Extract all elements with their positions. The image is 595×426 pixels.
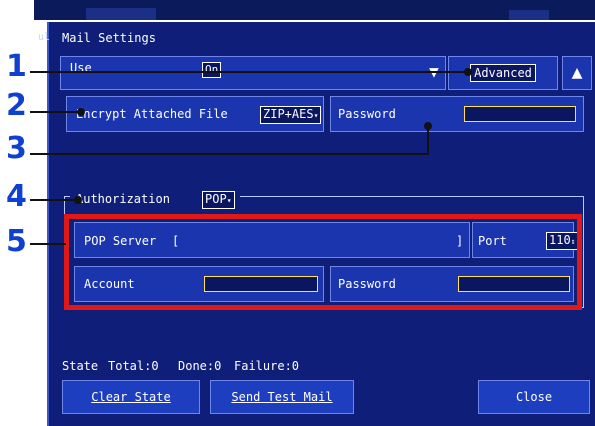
pop-settings-highlight xyxy=(64,214,582,310)
callout-3-line-vertical xyxy=(427,126,429,155)
state-total: Total:0 xyxy=(108,359,159,373)
encrypt-password-label: Password xyxy=(338,107,396,121)
callout-4-line xyxy=(30,199,78,201)
scroll-up-icon[interactable]: ▲ xyxy=(562,56,592,90)
authorization-label: Authorization xyxy=(76,192,170,206)
chevron-down-icon: ▾ xyxy=(226,196,232,205)
encrypt-password-field[interactable] xyxy=(464,106,576,122)
title-strip xyxy=(34,0,595,20)
state-failure: Failure:0 xyxy=(234,359,300,373)
authorization-value: POP xyxy=(205,192,227,206)
chevron-down-icon: ▾ xyxy=(313,111,319,120)
clear-state-button[interactable]: Clear State xyxy=(62,380,200,414)
authorization-dropdown[interactable]: POP▾ xyxy=(202,191,235,209)
callout-3: 3 xyxy=(6,131,27,166)
callout-3-dot xyxy=(424,122,432,130)
advanced-label: Advanced xyxy=(470,64,536,82)
state-label: State xyxy=(62,359,99,373)
callout-1-dot xyxy=(464,68,472,76)
state-done: Done:0 xyxy=(178,359,222,373)
callout-5: 5 xyxy=(6,224,27,259)
callout-3-line xyxy=(30,153,428,155)
callout-2-line xyxy=(30,111,80,113)
encrypt-method-value: ZIP+AES xyxy=(263,107,314,121)
background-text-fragment: ul xyxy=(38,32,51,43)
use-value-dropdown[interactable]: On xyxy=(202,62,222,78)
callout-4: 4 xyxy=(6,179,27,214)
use-label: Use xyxy=(70,61,92,75)
callout-4-dot xyxy=(74,196,82,204)
encrypt-method-dropdown[interactable]: ZIP+AES▾ xyxy=(260,106,322,124)
callout-1: 1 xyxy=(6,49,27,84)
close-button[interactable]: Close xyxy=(478,380,590,414)
encrypt-label: Encrypt Attached File xyxy=(76,107,228,121)
callout-1-line xyxy=(30,71,468,73)
callout-2: 2 xyxy=(6,88,27,123)
callout-2-dot xyxy=(77,108,85,116)
send-test-mail-button[interactable]: Send Test Mail xyxy=(210,380,354,414)
dialog-title: Mail Settings xyxy=(62,31,156,45)
use-row xyxy=(60,56,446,90)
callout-5-line xyxy=(30,243,66,245)
